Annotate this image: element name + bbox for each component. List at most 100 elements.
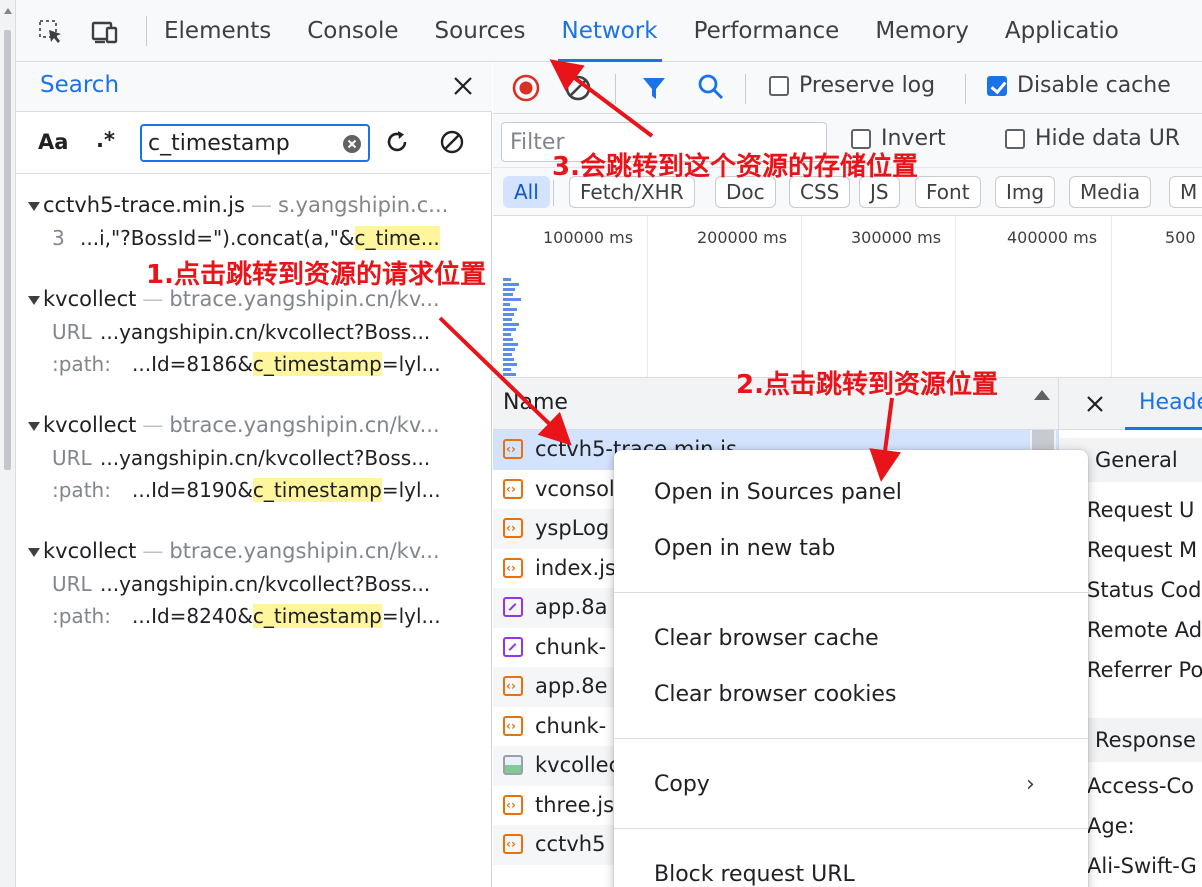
- device-toolbar-icon[interactable]: [90, 18, 120, 46]
- menu-open-in-sources-panel[interactable]: Open in Sources panel: [654, 480, 902, 505]
- clear-log-icon[interactable]: [563, 73, 593, 103]
- menu-open-in-new-tab[interactable]: Open in new tab: [654, 536, 835, 561]
- result-group: cctvh5-trace.min.js — s.yangshipin.c... 3.…: [16, 188, 492, 254]
- request-name: yspLog: [535, 516, 610, 540]
- result-file-header[interactable]: cctvh5-trace.min.js — s.yangshipin.c...: [16, 188, 492, 222]
- waterfall-bar: [503, 363, 517, 366]
- close-icon[interactable]: [1085, 394, 1105, 414]
- tab-performance[interactable]: Performance: [694, 0, 840, 62]
- request-name: index.js: [535, 555, 616, 580]
- collapse-triangle-icon[interactable]: [28, 547, 40, 557]
- search-input[interactable]: [148, 129, 328, 157]
- type-filter-img[interactable]: Img: [995, 176, 1056, 208]
- menu-clear-browser-cache[interactable]: Clear browser cache: [654, 626, 879, 651]
- type-filter-font[interactable]: Font: [915, 176, 981, 208]
- hide-data-urls-checkbox[interactable]: Hide data UR: [1005, 126, 1180, 151]
- network-overview-timeline[interactable]: 100000 ms 200000 ms 300000 ms 400000 ms …: [493, 216, 1202, 378]
- checkbox-box[interactable]: [1005, 128, 1025, 149]
- timeline-tick: 200000 ms: [697, 228, 788, 247]
- stylesheet-file-icon: [503, 636, 523, 657]
- result-file-header[interactable]: kvcollect — btrace.yangshipin.cn/kv...: [16, 534, 492, 568]
- type-filter-all[interactable]: All: [503, 176, 550, 208]
- clear-results-icon[interactable]: [438, 128, 466, 156]
- menu-separator: [614, 828, 1088, 829]
- collapse-triangle-icon[interactable]: [28, 421, 40, 431]
- waterfall-bar: [503, 358, 514, 361]
- match-label: :path:: [52, 478, 111, 502]
- match-case-toggle[interactable]: Aa: [38, 130, 68, 154]
- refresh-icon[interactable]: [384, 128, 410, 156]
- collapse-triangle-icon[interactable]: [28, 295, 40, 305]
- match-line-number: 3: [52, 226, 65, 250]
- inspect-element-icon[interactable]: [36, 18, 66, 46]
- waterfall-bar: [503, 278, 511, 281]
- sort-ascending-icon[interactable]: [1034, 390, 1050, 400]
- timeline-tick: 400000 ms: [1007, 228, 1098, 247]
- timeline-tick: 100000 ms: [543, 228, 634, 247]
- match-text-after: =lyl...: [381, 478, 441, 502]
- disable-cache-checkbox[interactable]: Disable cache: [987, 73, 1171, 98]
- waterfall-bar: [503, 313, 514, 316]
- annotation-step2: 2.点击跳转到资源位置: [736, 370, 998, 400]
- request-name: chunk-: [535, 713, 607, 738]
- tab-application[interactable]: Applicatio: [1005, 0, 1119, 62]
- close-icon[interactable]: [452, 75, 474, 97]
- main-tabs: Elements Console Sources Network Perform…: [164, 0, 1155, 62]
- menu-clear-browser-cookies[interactable]: Clear browser cookies: [654, 682, 896, 707]
- result-match[interactable]: URL ...yangshipin.cn/kvcollect?Boss...: [16, 442, 492, 474]
- scroll-thumb[interactable]: [4, 30, 11, 470]
- result-match[interactable]: :path: ...Id=8186&c_timestamp=lyl...: [16, 348, 492, 380]
- tab-sources[interactable]: Sources: [435, 0, 526, 62]
- waterfall-bar: [503, 323, 519, 326]
- waterfall-bar: [503, 373, 516, 376]
- result-match[interactable]: URL ...yangshipin.cn/kvcollect?Boss...: [16, 568, 492, 600]
- response-header-row: Access-Co: [1087, 774, 1194, 798]
- result-match[interactable]: 3 ...i,"?BossId=").concat(a,"&c_time...: [16, 222, 492, 254]
- checkbox-box-checked[interactable]: [987, 75, 1007, 96]
- request-name: three.js: [535, 792, 615, 817]
- menu-separator: [614, 738, 1088, 739]
- request-name: cctvh5: [535, 832, 606, 856]
- tab-memory[interactable]: Memory: [875, 0, 969, 62]
- result-match[interactable]: :path: ...Id=8240&c_timestamp=lyl...: [16, 600, 492, 632]
- menu-block-request-url[interactable]: Block request URL: [654, 862, 855, 887]
- scroll-up-arrow[interactable]: [4, 8, 12, 14]
- type-filter-media[interactable]: Media: [1069, 176, 1152, 208]
- outer-scrollbar[interactable]: [0, 0, 16, 887]
- filter-funnel-icon[interactable]: [641, 73, 667, 103]
- tab-network[interactable]: Network: [557, 0, 662, 62]
- search-panel: Search Aa .* c_timestamp cctvh5-trace.mi…: [16, 62, 492, 887]
- type-filter-more[interactable]: M: [1169, 176, 1202, 208]
- waterfall-bar: [503, 298, 521, 301]
- match-text-before: ...yangshipin.cn/kvcollect?Boss...: [100, 320, 431, 344]
- result-match[interactable]: :path: ...Id=8190&c_timestamp=lyl...: [16, 474, 492, 506]
- record-stop-icon[interactable]: [511, 73, 541, 103]
- waterfall-bar: [503, 318, 512, 321]
- match-text-before: ...i,"?BossId=").concat(a,"&: [80, 226, 355, 250]
- collapse-triangle-icon[interactable]: [28, 201, 40, 211]
- match-text-before: ...Id=8240&: [132, 604, 253, 628]
- match-text-after: =lyl...: [381, 604, 441, 628]
- result-file-name: kvcollect: [43, 413, 137, 437]
- preserve-log-checkbox[interactable]: Preserve log: [769, 73, 935, 98]
- tab-console[interactable]: Console: [307, 0, 398, 62]
- tab-headers[interactable]: Headers: [1139, 390, 1202, 415]
- tab-elements[interactable]: Elements: [164, 0, 271, 62]
- network-toolbar: Preserve log Disable cache: [493, 62, 1202, 114]
- result-file-name: cctvh5-trace.min.js: [43, 193, 245, 217]
- match-highlight: c_timestamp: [252, 352, 382, 376]
- result-group: kvcollect — btrace.yangshipin.cn/kv... URL…: [16, 408, 492, 506]
- script-file-icon: [503, 786, 523, 825]
- regex-toggle[interactable]: .*: [96, 128, 115, 152]
- result-match[interactable]: URL ...yangshipin.cn/kvcollect?Boss...: [16, 316, 492, 348]
- response-header-row: Ali-Swift-G: [1087, 854, 1197, 878]
- waterfall-bar: [503, 328, 516, 331]
- waterfall-bar: [503, 303, 510, 306]
- script-file-icon: [503, 825, 523, 864]
- clear-search-icon[interactable]: [342, 134, 362, 154]
- search-icon[interactable]: [697, 73, 725, 103]
- menu-copy[interactable]: Copy: [654, 772, 710, 797]
- result-file-header[interactable]: kvcollect — btrace.yangshipin.cn/kv...: [16, 408, 492, 442]
- script-file-icon: [503, 430, 523, 469]
- checkbox-box[interactable]: [769, 75, 789, 96]
